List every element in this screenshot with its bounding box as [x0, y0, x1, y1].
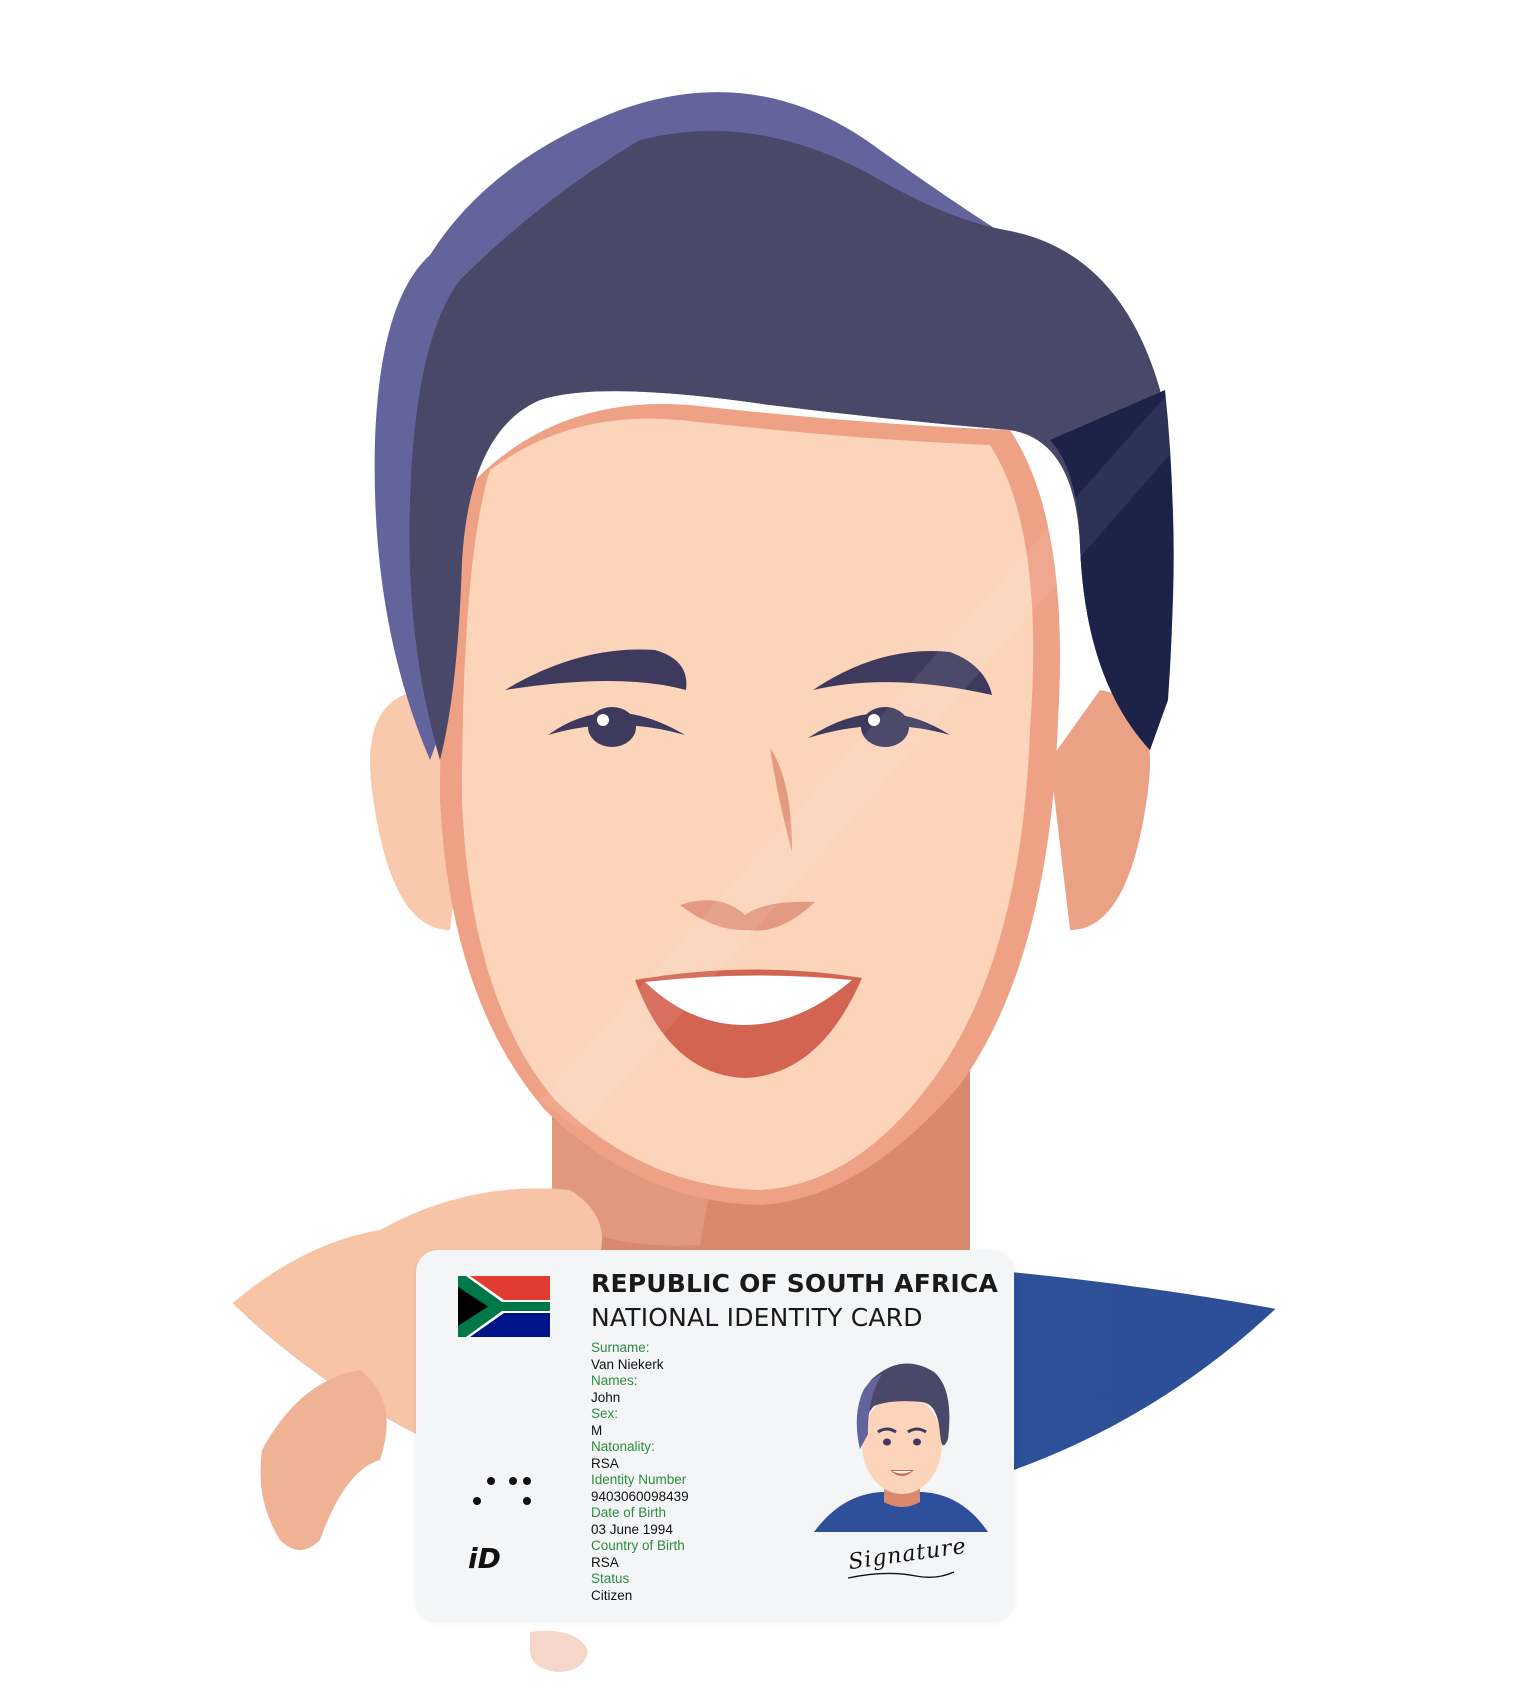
- signature-flourish: [847, 1571, 955, 1579]
- field-label-names: Names:: [591, 1373, 638, 1388]
- thumbnail: [530, 1630, 588, 1672]
- field-value-nationality: RSA: [591, 1455, 619, 1471]
- field-label-identity-number: Identity Number: [591, 1472, 687, 1487]
- south-africa-flag-icon: [458, 1276, 550, 1337]
- field-value-surname: Van Niekerk: [591, 1356, 664, 1372]
- card-title-line1: REPUBLIC OF SOUTH AFRICA: [591, 1269, 999, 1298]
- left-eye-shine: [597, 714, 609, 726]
- card-portrait-photo: [814, 1363, 988, 1532]
- field-label-surname: Surname:: [591, 1340, 650, 1355]
- field-value-status: Citizen: [591, 1587, 633, 1603]
- field-value-sex: M: [591, 1422, 603, 1438]
- finger: [260, 1370, 387, 1550]
- field-value-names: John: [591, 1389, 621, 1405]
- field-label-status: Status: [591, 1571, 630, 1586]
- braille-dots-icon: [473, 1477, 531, 1505]
- field-label-nationality: Natonality:: [591, 1439, 655, 1454]
- field-value-identity-number: 9403060098439: [591, 1488, 689, 1504]
- id-logo-icon: iD: [468, 1542, 501, 1575]
- id-card: REPUBLIC OF SOUTH AFRICA NATIONAL IDENTI…: [416, 1250, 1014, 1620]
- card-fields: Surname: Van Niekerk Names: John Sex: M …: [591, 1340, 821, 1604]
- left-eye: [588, 707, 636, 747]
- field-label-country-of-birth: Country of Birth: [591, 1538, 685, 1553]
- field-label-sex: Sex:: [591, 1406, 619, 1421]
- card-title-line2: NATIONAL IDENTITY CARD: [591, 1303, 923, 1332]
- field-value-date-of-birth: 03 June 1994: [591, 1521, 673, 1537]
- field-value-country-of-birth: RSA: [591, 1554, 619, 1570]
- field-label-date-of-birth: Date of Birth: [591, 1505, 667, 1520]
